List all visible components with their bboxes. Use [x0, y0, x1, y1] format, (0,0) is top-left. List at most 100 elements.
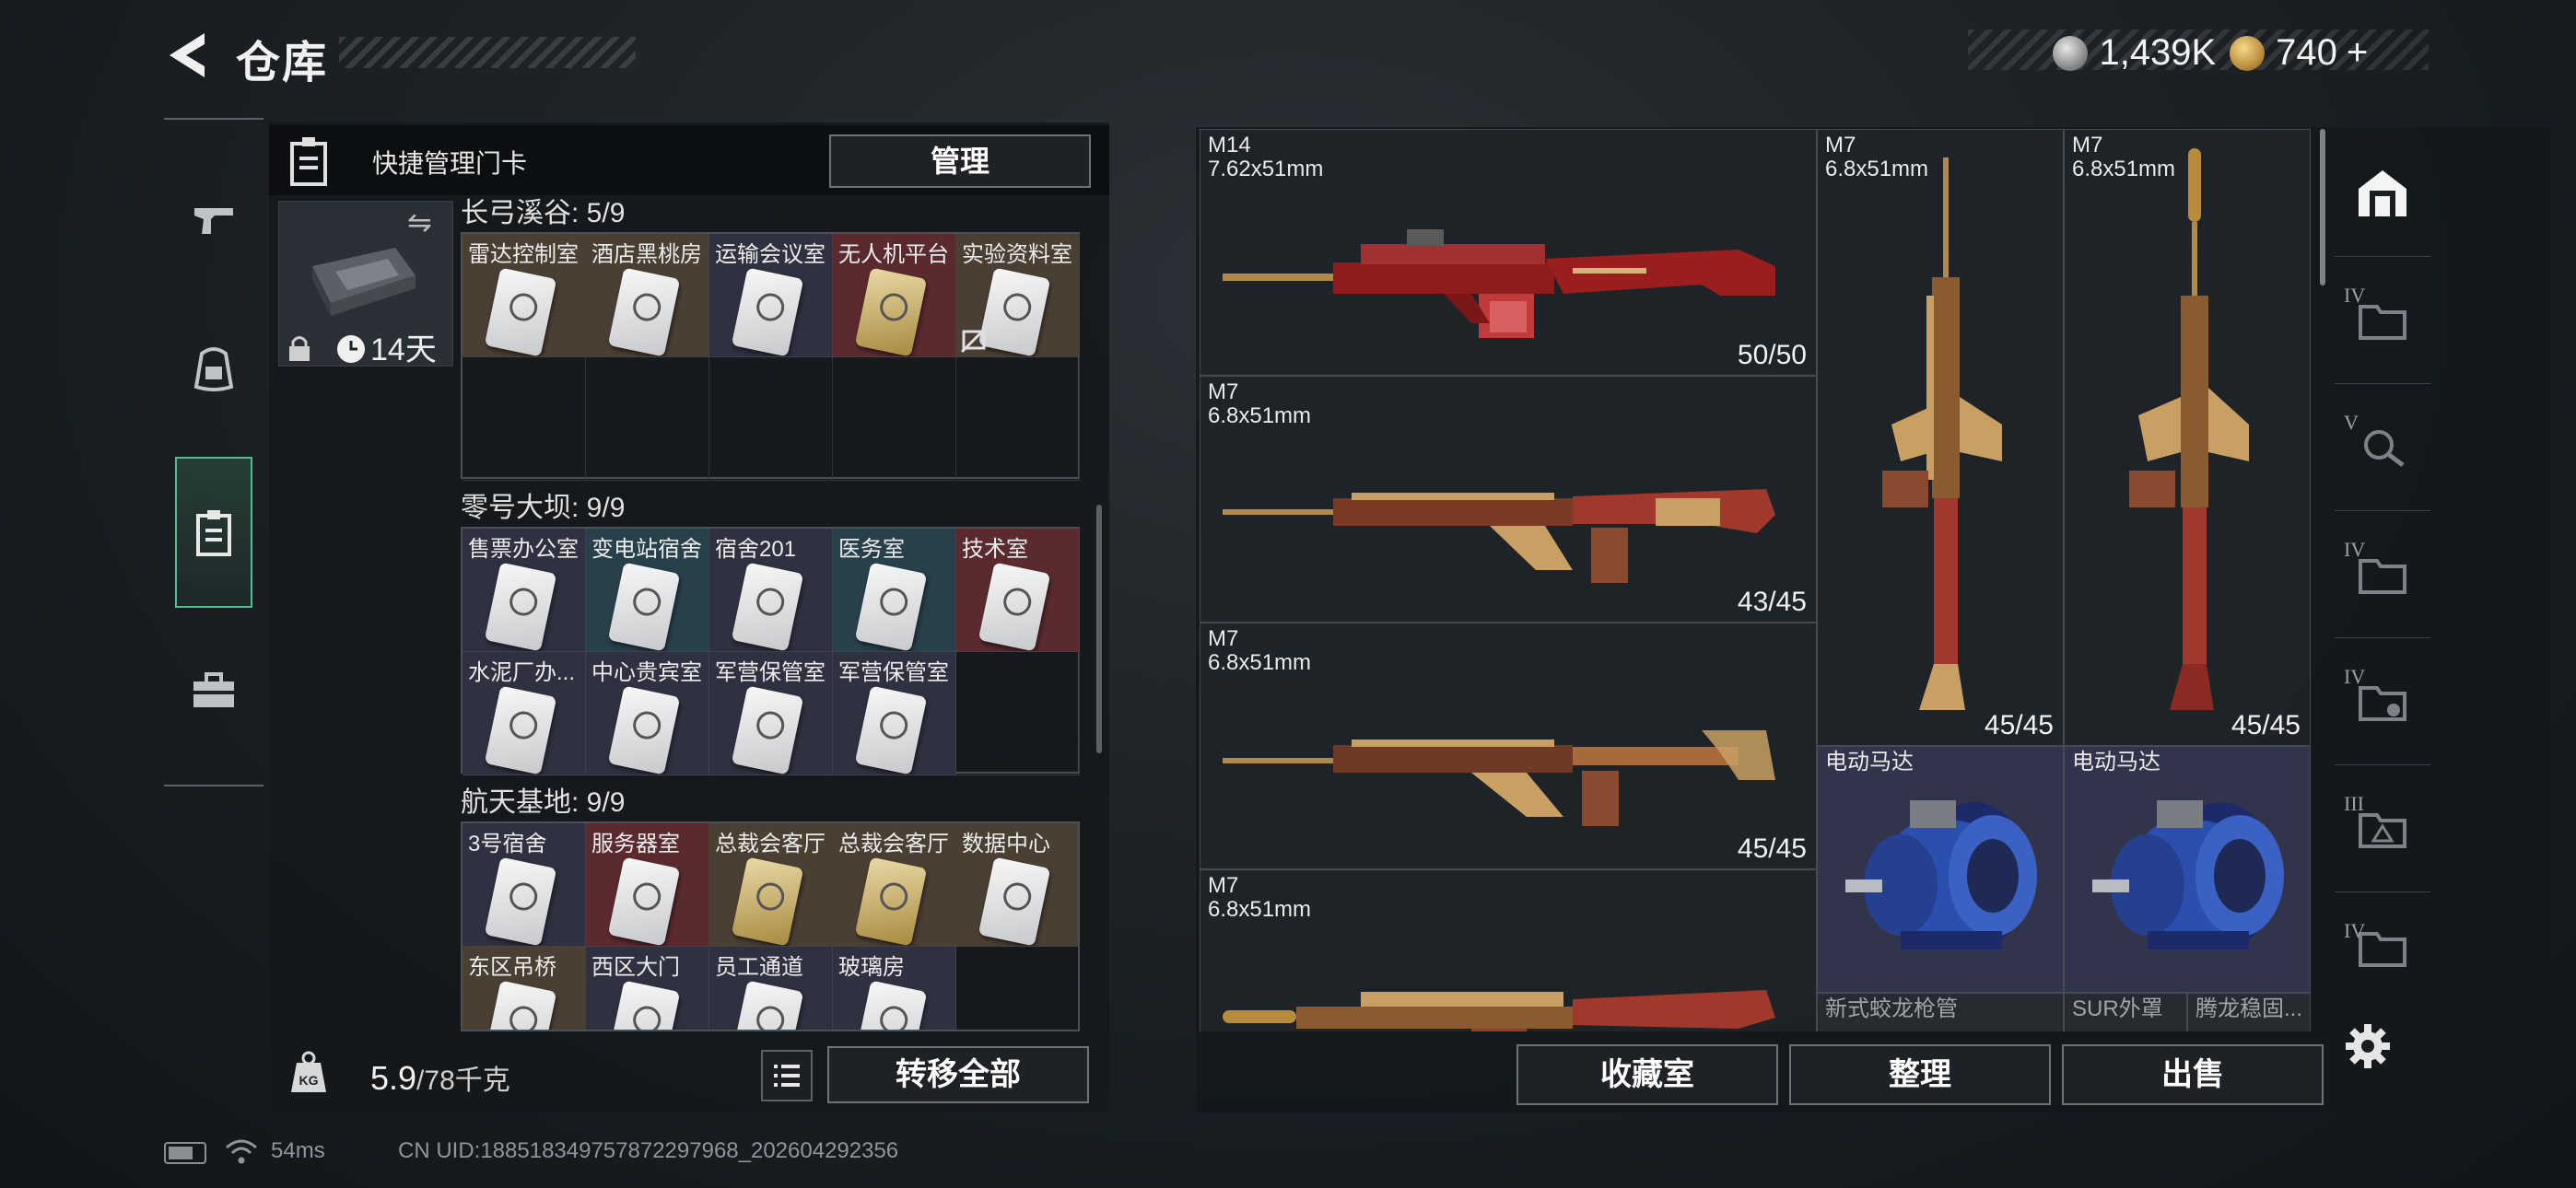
keycard-item[interactable]: 酒店黑桃房	[586, 234, 709, 357]
item-name: 电动马达	[2072, 750, 2160, 775]
keycard-grid-lingha: 售票办公室 变电站宿舍 宿舍201 医务室 技术室 水泥厂办... 中心贵宾室 军营保管室 军营…	[461, 527, 1080, 775]
stash-tab-7[interactable]: IV	[2335, 891, 2430, 1002]
sell-button[interactable]: 出售	[2062, 1044, 2324, 1105]
stash-scrollbar[interactable]	[2320, 129, 2325, 285]
weapon-tab[interactable]	[164, 147, 263, 295]
silver-currency-value: 1,439K	[2099, 32, 2217, 73]
item-count: 45/45	[1737, 833, 1807, 864]
empty-keycard-slot[interactable]	[833, 357, 956, 481]
keycard-item[interactable]: 无人机平台	[833, 234, 956, 357]
keycard-item[interactable]: 3号宿舍	[463, 823, 586, 947]
weapon-item-m7[interactable]: M7 6.8x51mm	[1200, 869, 1817, 1031]
keycard-icon	[607, 856, 681, 946]
keycard-item[interactable]: 军营保管室	[709, 652, 833, 775]
weapon-item-m7-vertical[interactable]: M7 6.8x51mm 45/45	[1817, 129, 2064, 746]
keycard-item[interactable]: 玻璃房	[833, 947, 956, 1030]
item-name: M14	[1208, 133, 1251, 157]
weapon-item-m7[interactable]: M7 6.8x51mm 45/45	[1200, 623, 1817, 869]
battery-icon	[164, 1142, 206, 1164]
keycard-label: 医务室	[838, 537, 905, 562]
add-currency-button[interactable]: +	[2347, 32, 2368, 73]
swap-icon[interactable]: ⇋	[407, 204, 432, 239]
manage-button[interactable]: 管理	[829, 134, 1091, 188]
keycard-icon	[978, 562, 1051, 651]
keycard-item[interactable]: 运输会议室	[709, 234, 833, 357]
keycard-item[interactable]: 服务器室	[586, 823, 709, 947]
stash-tab-4[interactable]: IV	[2335, 510, 2430, 638]
category-nav	[164, 118, 263, 786]
item-name: M7	[1208, 626, 1239, 651]
toolbox-tab[interactable]	[164, 617, 263, 764]
keycard-icon	[731, 562, 804, 651]
stash-tab-all[interactable]	[2335, 129, 2430, 257]
sort-button[interactable]: 整理	[1789, 1044, 2051, 1105]
item-caliber: 6.8x51mm	[1208, 403, 1312, 428]
home-vault-icon	[2359, 170, 2406, 216]
keycard-label: 西区大门	[591, 955, 680, 980]
keycard-item[interactable]: 医务室	[833, 529, 956, 652]
capacity-max: /78千克	[416, 1066, 510, 1096]
keycard-icon	[978, 856, 1051, 946]
empty-keycard-slot[interactable]	[956, 652, 1080, 775]
keycard-label: 员工通道	[715, 955, 803, 980]
empty-keycard-slot[interactable]	[709, 357, 833, 481]
keycard-item[interactable]: 总裁会客厅	[709, 823, 833, 947]
user-uid: CN UID:1885183497578722979​68_2026042923…	[398, 1138, 899, 1163]
title-decoration	[339, 37, 636, 68]
item-barrel[interactable]: 新式蛟龙枪管	[1817, 993, 2064, 1031]
weapon-item-m14[interactable]: M14 7.62x51mm 50/50	[1200, 129, 1817, 376]
empty-keycard-slot[interactable]	[956, 357, 1080, 481]
keycard-item[interactable]: 中心贵宾室	[586, 652, 709, 775]
collection-room-button[interactable]: 收藏室	[1516, 1044, 1778, 1105]
stash-tab-5[interactable]: IV	[2335, 637, 2430, 765]
list-view-button[interactable]	[761, 1050, 813, 1101]
capacity-value: 5.9	[370, 1059, 417, 1097]
m7-rifle-vertical-icon	[2129, 148, 2249, 710]
keycard-item[interactable]: 总裁会客厅	[833, 823, 956, 947]
stash-tab-3[interactable]: V	[2335, 383, 2430, 511]
backpack-icon	[193, 347, 234, 391]
keycard-item[interactable]: 东区吊桥	[463, 947, 586, 1030]
item-handguard[interactable]: SUR外罩	[2064, 993, 2187, 1031]
item-stabilizer[interactable]: 腾龙稳固...	[2187, 993, 2311, 1031]
stash-tab-2[interactable]: IV	[2335, 256, 2430, 384]
item-electric-motor[interactable]: 电动马达	[1817, 746, 2064, 993]
keycard-grid-changgong: 雷达控制室 酒店黑桃房 运输会议室 无人机平台 实验资料室	[461, 232, 1080, 481]
empty-keycard-slot[interactable]	[586, 357, 709, 481]
weight-kg-icon: KG	[291, 1051, 326, 1092]
keycard-item[interactable]: 军营保管室	[833, 652, 956, 775]
keycard-icon	[731, 856, 804, 946]
keycard-label: 军营保管室	[715, 660, 825, 685]
keycard-item[interactable]: 变电站宿舍	[586, 529, 709, 652]
weapon-item-m7-vertical[interactable]: M7 6.8x51mm 45/45	[2064, 129, 2311, 746]
keycard-tab[interactable]	[175, 457, 252, 608]
keycard-label: 服务器室	[591, 832, 680, 856]
back-arrow-icon[interactable]	[164, 31, 208, 79]
settings-gear-icon[interactable]	[2344, 1022, 2392, 1070]
keycard-item[interactable]: 宿舍201	[709, 529, 833, 652]
briefcase-icon	[193, 672, 234, 707]
item-name: M7	[1825, 133, 1856, 157]
keycard-label: 总裁会客厅	[838, 832, 949, 856]
keycard-holder-icon	[290, 137, 327, 186]
stash-tab-6[interactable]: III	[2335, 764, 2430, 892]
m7-rifle-icon	[1223, 730, 1775, 826]
keycard-item[interactable]: 雷达控制室	[463, 234, 586, 357]
keycard-item[interactable]: 技术室	[956, 529, 1080, 652]
keycard-item[interactable]: 西区大门	[586, 947, 709, 1030]
keycard-item[interactable]: 数据中心	[956, 823, 1078, 947]
empty-keycard-slot[interactable]	[956, 947, 1078, 1030]
keycard-label: 水泥厂办...	[468, 660, 576, 685]
empty-keycard-slot[interactable]	[463, 357, 586, 481]
keycard-item[interactable]: 水泥厂办...	[463, 652, 586, 775]
weapon-item-m7[interactable]: M7 6.8x51mm 43/45	[1200, 376, 1817, 623]
keycard-icon	[731, 980, 804, 1030]
item-electric-motor[interactable]: 电动马达	[2064, 746, 2311, 993]
list-icon	[774, 1065, 800, 1087]
keycard-item[interactable]: 售票办公室	[463, 529, 586, 652]
keycard-scrollbar[interactable]	[1096, 505, 1102, 753]
equipment-tab[interactable]	[164, 295, 263, 442]
clock-icon	[337, 335, 365, 363]
transfer-all-button[interactable]: 转移全部	[827, 1046, 1089, 1103]
keycard-item[interactable]: 员工通道	[709, 947, 833, 1030]
